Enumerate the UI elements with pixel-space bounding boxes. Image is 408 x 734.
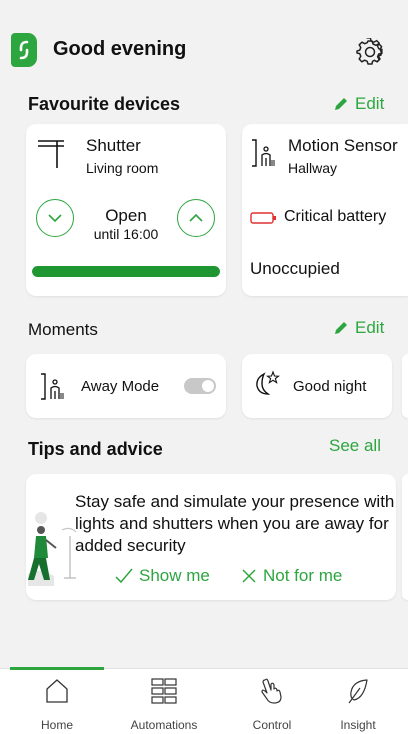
battery-status: Critical battery bbox=[284, 208, 387, 225]
device-room: Hallway bbox=[288, 160, 338, 176]
app-logo bbox=[11, 33, 37, 67]
pencil-icon bbox=[335, 322, 347, 334]
tab-label: Insight bbox=[340, 718, 376, 732]
see-all-link[interactable]: See all bbox=[329, 436, 381, 456]
moments-edit-link[interactable]: Edit bbox=[333, 318, 384, 338]
moments-title: Moments bbox=[28, 320, 98, 339]
pencil-icon bbox=[335, 98, 347, 110]
shutter-state-label: Open bbox=[105, 206, 147, 225]
moment-card-away-mode[interactable]: Away Mode bbox=[26, 354, 226, 418]
shutter-state: Open until 16:00 bbox=[76, 206, 176, 242]
tab-automations[interactable]: Automations bbox=[114, 669, 214, 734]
tab-home[interactable]: Home bbox=[7, 669, 107, 734]
moment-card-peek[interactable] bbox=[402, 354, 408, 418]
favourite-devices-title: Favourite devices bbox=[28, 94, 181, 114]
chevron-down-icon bbox=[48, 214, 62, 223]
shutter-position-fill bbox=[32, 266, 220, 277]
tab-insight[interactable]: Insight bbox=[308, 669, 408, 734]
not-for-me-label: Not for me bbox=[263, 566, 343, 585]
favourites-edit-label: Edit bbox=[355, 94, 385, 113]
device-card-shutter[interactable]: Shutter Living room Open until 16:00 bbox=[26, 124, 226, 296]
tip-card: Stay safe and simulate your presence wit… bbox=[26, 474, 396, 600]
device-name: Motion Sensor bbox=[288, 136, 398, 155]
chevron-up-icon bbox=[189, 213, 203, 222]
shutter-position-bar bbox=[32, 266, 220, 277]
moment-label: Good night bbox=[293, 378, 367, 395]
show-me-label: Show me bbox=[139, 566, 210, 585]
tip-text: Stay safe and simulate your presence wit… bbox=[75, 492, 395, 555]
moments-edit-label: Edit bbox=[355, 318, 385, 337]
link-logo-icon bbox=[19, 40, 29, 60]
favourites-edit-link[interactable]: Edit bbox=[333, 94, 384, 114]
shutter-state-detail: until 16:00 bbox=[93, 226, 159, 242]
tip-card-peek[interactable] bbox=[402, 474, 408, 600]
motion-sensor-icon bbox=[252, 139, 275, 167]
moment-card-good-night[interactable]: Good night bbox=[242, 354, 392, 418]
moment-label: Away Mode bbox=[81, 378, 160, 395]
close-icon bbox=[242, 569, 256, 583]
device-card-motion-sensor[interactable]: Motion Sensor Hallway Critical battery U… bbox=[242, 124, 408, 296]
greeting-title: Good evening bbox=[53, 38, 187, 60]
not-for-me-button[interactable]: Not for me bbox=[241, 566, 342, 586]
away-mode-icon bbox=[41, 373, 64, 400]
shutter-down-button[interactable] bbox=[36, 199, 74, 237]
tab-label: Automations bbox=[130, 718, 198, 732]
battery-low-icon bbox=[250, 212, 276, 224]
gear-icon[interactable] bbox=[356, 38, 384, 66]
tab-label: Home bbox=[40, 718, 73, 732]
occupancy-status: Unoccupied bbox=[250, 259, 340, 278]
tips-title: Tips and advice bbox=[28, 439, 163, 459]
device-name: Shutter bbox=[86, 136, 141, 155]
shutter-up-button[interactable] bbox=[177, 199, 215, 237]
leaf-icon bbox=[348, 679, 368, 704]
home-icon bbox=[46, 679, 68, 703]
bottom-tab-bar: Home Automations Control Insight bbox=[0, 667, 408, 734]
check-icon bbox=[115, 568, 133, 584]
app-header: Good evening bbox=[0, 0, 408, 100]
shutter-icon bbox=[38, 140, 64, 168]
away-mode-toggle[interactable] bbox=[184, 378, 216, 394]
device-room: Living room bbox=[86, 160, 159, 176]
tab-control[interactable]: Control bbox=[222, 669, 322, 734]
moon-star-icon bbox=[256, 370, 281, 395]
tab-label: Control bbox=[252, 718, 292, 732]
show-me-button[interactable]: Show me bbox=[115, 566, 210, 586]
hand-icon bbox=[261, 678, 282, 704]
grid-icon bbox=[151, 678, 177, 704]
